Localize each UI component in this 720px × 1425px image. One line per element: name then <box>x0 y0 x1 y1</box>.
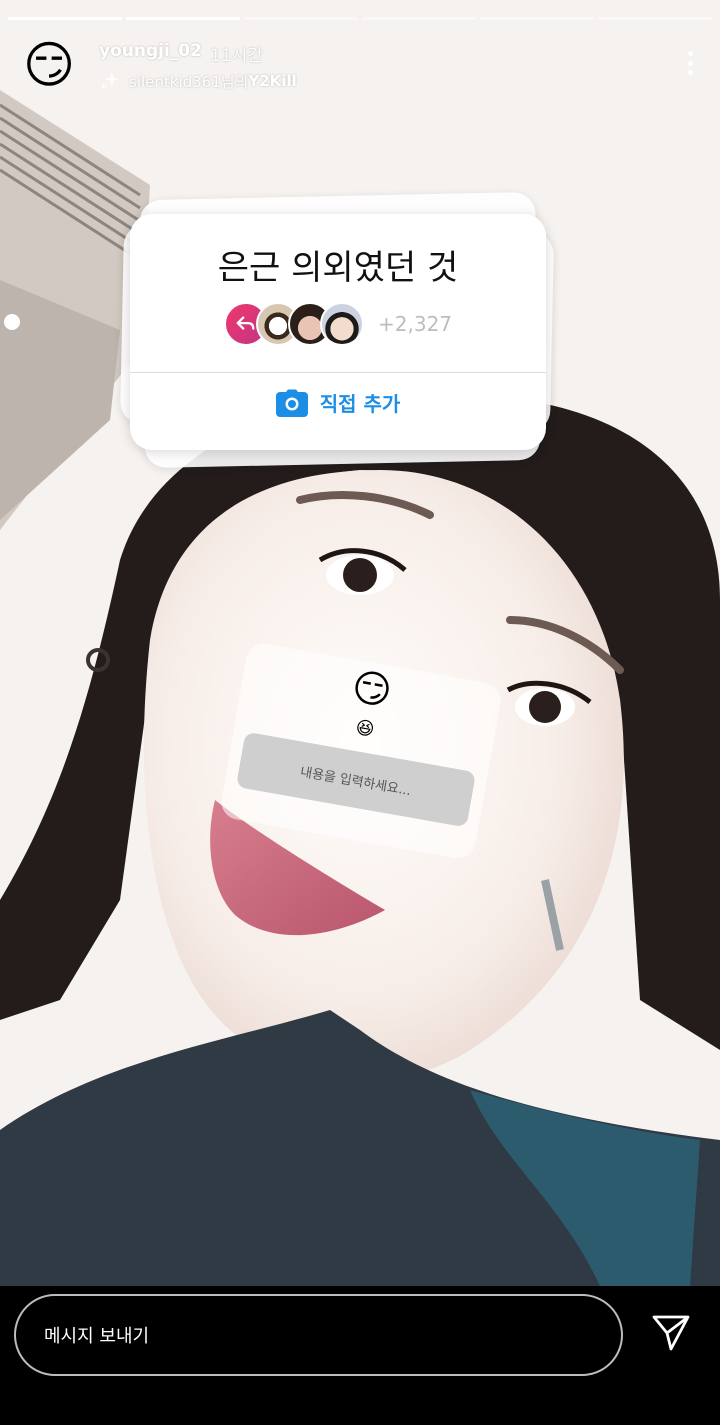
progress-segment <box>244 17 358 20</box>
profile-avatar[interactable]: 😏 <box>20 36 78 94</box>
message-input[interactable]: 메시지 보내기 <box>14 1294 623 1376</box>
add-yours-title: 은근 의외였던 것 <box>217 248 459 288</box>
add-yours-button[interactable]: 직접 추가 <box>130 388 546 417</box>
music-owner: silentkid361님의 <box>129 72 249 91</box>
participant-avatar <box>320 302 364 346</box>
story-view[interactable]: 😏 youngji_02 11시간 silentkid361님의 Y2Kill … <box>0 0 720 1286</box>
camera-icon <box>275 389 308 417</box>
bottom-bar: 메시지 보내기 <box>0 1286 720 1425</box>
add-yours-sticker[interactable]: 은근 의외였던 것 +2,327 직접 추가 <box>119 188 560 469</box>
story-header: 😏 youngji_02 11시간 silentkid361님의 Y2Kill <box>20 36 700 96</box>
participants-row[interactable]: +2,327 <box>224 302 452 346</box>
participant-count: +2,327 <box>378 312 453 336</box>
progress-segment <box>8 17 122 20</box>
music-attribution[interactable]: silentkid361님의 Y2Kill <box>99 70 297 92</box>
progress-segment <box>598 17 712 20</box>
add-yours-label: 직접 추가 <box>319 392 401 416</box>
more-options-icon[interactable] <box>680 48 700 78</box>
post-time: 11시간 <box>210 46 263 66</box>
progress-segment <box>480 17 594 20</box>
progress-segment <box>362 17 476 20</box>
divider <box>130 372 546 373</box>
story-progress <box>8 17 712 21</box>
username[interactable]: youngji_02 <box>99 41 202 61</box>
add-yours-card[interactable]: 은근 의외였던 것 +2,327 직접 추가 <box>130 214 546 450</box>
message-placeholder: 메시지 보내기 <box>44 1326 150 1347</box>
sparkle-icon <box>99 71 120 91</box>
progress-segment <box>126 17 240 20</box>
send-icon[interactable] <box>651 1314 691 1352</box>
music-song: Y2Kill <box>248 72 297 90</box>
